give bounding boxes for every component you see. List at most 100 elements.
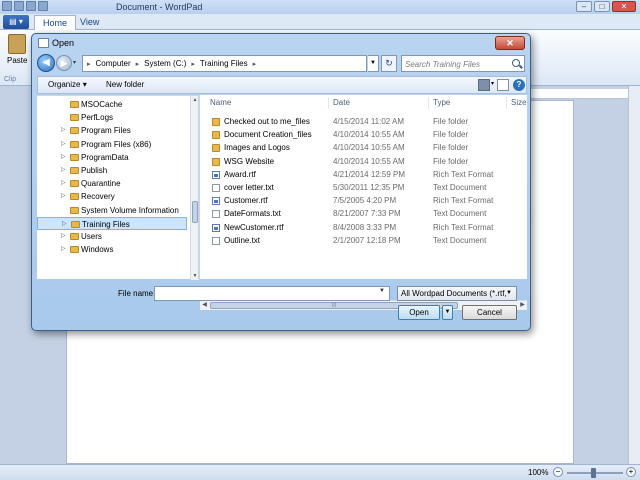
open-button[interactable]: Open — [398, 305, 440, 320]
nav-tree-item[interactable]: ▷ Training Files — [37, 216, 187, 231]
folder-icon — [70, 101, 79, 108]
paste-button-label[interactable]: Paste — [7, 56, 27, 65]
help-icon[interactable]: ? — [513, 79, 525, 91]
window-controls: – □ ✕ — [576, 1, 636, 12]
column-separator[interactable] — [328, 97, 329, 109]
chevron-down-icon[interactable]: ▼ — [506, 287, 512, 300]
file-name: WSG Website — [224, 156, 275, 166]
column-header-name[interactable]: Name — [210, 97, 231, 109]
close-window-button[interactable]: ✕ — [612, 1, 636, 12]
scroll-left-arrow[interactable]: ◀ — [200, 301, 209, 310]
change-view-icon[interactable] — [478, 79, 490, 91]
save-icon[interactable] — [14, 1, 24, 11]
file-type: File folder — [433, 156, 469, 166]
undo-icon[interactable] — [26, 1, 36, 11]
maximize-button[interactable]: □ — [594, 1, 610, 12]
chevron-right-icon[interactable]: ▸ — [191, 60, 195, 68]
nav-tree-item[interactable]: PerfLogs — [37, 111, 187, 124]
expand-arrow-icon[interactable]: ▷ — [61, 151, 66, 164]
nav-tree-item[interactable]: System Volume Information — [37, 204, 187, 217]
nav-tree-item[interactable]: ▷ Users — [37, 230, 187, 243]
minimize-button[interactable]: – — [576, 1, 592, 12]
breadcrumb-system-c[interactable]: System (C:) — [144, 59, 186, 68]
dialog-close-button[interactable]: ✕ — [495, 36, 525, 50]
open-options-dropdown[interactable]: ▼ — [442, 305, 453, 320]
nav-tree-item[interactable]: MSOCache — [37, 98, 187, 111]
address-dropdown[interactable]: ▼ — [368, 55, 379, 72]
nav-tree-item[interactable]: ▷ Program Files (x86) — [37, 138, 187, 151]
column-header-size[interactable]: Size — [511, 97, 527, 109]
file-date: 7/5/2005 4:20 PM — [333, 196, 397, 206]
column-header-date[interactable]: Date — [333, 97, 350, 109]
application-menu-button[interactable]: ▤ ▾ — [3, 15, 29, 29]
expand-arrow-icon[interactable]: ▷ — [61, 164, 66, 177]
view-options-dropdown[interactable]: ▾ — [491, 80, 494, 87]
search-input[interactable] — [405, 58, 505, 70]
file-row[interactable]: Images and Logos 4/10/2014 10:55 AM File f… — [200, 141, 527, 154]
new-folder-button[interactable]: New folder — [106, 80, 144, 89]
folder-icon — [70, 206, 79, 214]
document-scrollbar[interactable] — [628, 86, 640, 464]
cancel-button[interactable]: Cancel — [462, 305, 517, 320]
nav-tree-item[interactable]: ▷ Recovery — [37, 190, 187, 203]
paste-icon[interactable] — [8, 34, 26, 54]
search-box[interactable] — [401, 55, 525, 72]
nav-tree-item[interactable]: ▷ ProgramData — [37, 151, 187, 164]
tab-home[interactable]: Home — [34, 15, 77, 30]
clipboard-group-label: Clip — [4, 76, 17, 83]
nav-tree-label: Windows — [81, 245, 114, 255]
file-row[interactable]: Document Creation_files 4/10/2014 10:55 A… — [200, 128, 527, 141]
organize-label: Organize — [48, 80, 81, 89]
expand-arrow-icon[interactable]: ▷ — [61, 177, 66, 190]
file-row[interactable]: WSG Website 4/10/2014 10:55 AM File folder — [200, 155, 527, 168]
file-row[interactable]: Outline.txt 2/1/2007 12:18 PM Text Documen… — [200, 234, 527, 247]
file-row[interactable]: Customer.rtf 7/5/2005 4:20 PM Rich Text Fo… — [200, 194, 527, 207]
refresh-button[interactable]: ↻ — [381, 55, 397, 72]
nav-tree-item[interactable]: ▷ Windows — [37, 243, 187, 256]
back-button[interactable]: ◀ — [37, 54, 55, 72]
nav-tree-item[interactable]: ▷ Quarantine — [37, 177, 187, 190]
organize-button[interactable]: Organize ▾ — [48, 80, 87, 89]
expand-arrow-icon[interactable]: ▷ — [61, 190, 66, 203]
file-type: File folder — [433, 130, 469, 140]
file-row[interactable]: Award.rtf 4/21/2014 12:59 PM Rich Text For… — [200, 168, 527, 181]
file-row[interactable]: DateFormats.txt 8/21/2007 7:33 PM Text Doc… — [200, 207, 527, 220]
forward-button[interactable]: ▶ — [56, 55, 72, 71]
tab-view[interactable]: View — [72, 15, 107, 30]
nav-tree-item[interactable]: ▷ Program Files — [37, 124, 187, 137]
recent-locations-dropdown[interactable]: ▾ — [73, 59, 81, 67]
breadcrumb-computer[interactable]: Computer — [96, 59, 131, 68]
file-date: 4/10/2014 10:55 AM — [333, 130, 405, 140]
expand-arrow-icon[interactable]: ▷ — [61, 138, 66, 151]
file-name-input[interactable] — [154, 286, 390, 301]
zoom-in-button[interactable]: + — [626, 467, 636, 477]
quick-access-toolbar — [2, 1, 48, 11]
file-row[interactable]: NewCustomer.rtf 8/4/2008 3:33 PM Rich Text… — [200, 221, 527, 234]
expand-arrow-icon[interactable]: ▷ — [62, 218, 67, 231]
file-type-filter[interactable]: All Wordpad Documents (*.rtf, ▼ — [397, 286, 517, 301]
file-row[interactable]: cover letter.txt 5/30/2011 12:35 PM Text D… — [200, 181, 527, 194]
nav-tree-label: Quarantine — [81, 179, 121, 189]
address-bar[interactable]: ▸ Computer ▸ System (C:) ▸ Training File… — [82, 55, 367, 72]
breadcrumb-training-files[interactable]: Training Files — [200, 59, 248, 68]
expand-arrow-icon[interactable]: ▷ — [61, 243, 66, 256]
scroll-right-arrow[interactable]: ▶ — [518, 301, 527, 310]
expand-arrow-icon[interactable]: ▷ — [61, 230, 66, 243]
zoom-slider-thumb[interactable] — [591, 468, 596, 478]
wordpad-icon[interactable] — [2, 1, 12, 11]
expand-arrow-icon[interactable]: ▷ — [61, 124, 66, 137]
chevron-right-icon[interactable]: ▸ — [136, 60, 140, 68]
zoom-out-button[interactable]: − — [553, 467, 563, 477]
nav-tree-item[interactable]: ▷ Publish — [37, 164, 187, 177]
preview-pane-icon[interactable] — [497, 79, 509, 91]
column-separator[interactable] — [428, 97, 429, 109]
file-row[interactable]: Checked out to me_files 4/15/2014 11:02 A… — [200, 115, 527, 128]
search-icon[interactable] — [512, 59, 520, 67]
file-name-dropdown-arrow[interactable]: ▼ — [379, 288, 385, 294]
chevron-right-icon[interactable]: ▸ — [253, 60, 257, 68]
column-separator[interactable] — [506, 97, 507, 109]
redo-icon[interactable] — [38, 1, 48, 11]
nav-tree-label: System Volume Information — [81, 205, 179, 215]
column-header-type[interactable]: Type — [433, 97, 450, 109]
folder-icon: ▸ — [87, 60, 91, 68]
